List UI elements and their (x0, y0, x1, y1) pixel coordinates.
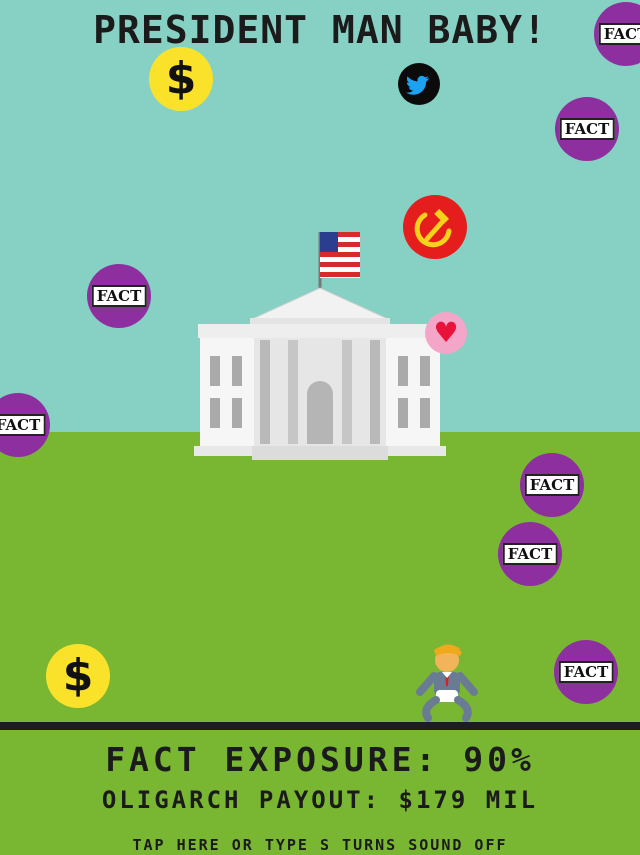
hammer-sickle-glyph (414, 208, 452, 248)
heart-icon: ♥ (425, 312, 467, 354)
game-title: PRESIDENT MAN BABY! (93, 8, 547, 52)
fact-token-label: FACT (524, 474, 580, 496)
white-house (194, 232, 446, 460)
baby-president-player[interactable] (412, 638, 482, 722)
fact-token-label: FACT (0, 414, 46, 436)
sound-toggle-button[interactable]: TAP HERE OR TYPE S TURNS SOUND OFF (0, 836, 640, 854)
fact-token: FACT (87, 264, 151, 328)
fact-token-label: FACT (91, 285, 147, 307)
american-flag (318, 232, 360, 290)
dollar-token: $ (46, 644, 110, 708)
fact-token-label: FACT (559, 118, 615, 140)
fact-token: FACT (520, 453, 584, 517)
dollar-token: $ (149, 47, 213, 111)
fact-exposure-readout: FACT EXPOSURE: 90% (105, 740, 535, 779)
oligarch-payout-readout: OLIGARCH PAYOUT: $179 MIL (101, 786, 539, 814)
dollar-symbol: $ (165, 53, 197, 104)
fact-token: FACT (554, 640, 618, 704)
ground-divider (0, 722, 640, 730)
fact-token: FACT (498, 522, 562, 586)
fact-token-label: FACT (558, 661, 614, 683)
fact-token: FACT (555, 97, 619, 161)
twitter-bird-icon (406, 75, 429, 95)
fact-token-label: FACT (502, 543, 558, 565)
fact-token-label: FACT (598, 23, 640, 45)
heart-symbol: ♥ (433, 316, 459, 349)
dollar-symbol: $ (62, 650, 94, 701)
hammer-sickle-icon (403, 195, 467, 259)
twitter-icon (398, 63, 440, 105)
